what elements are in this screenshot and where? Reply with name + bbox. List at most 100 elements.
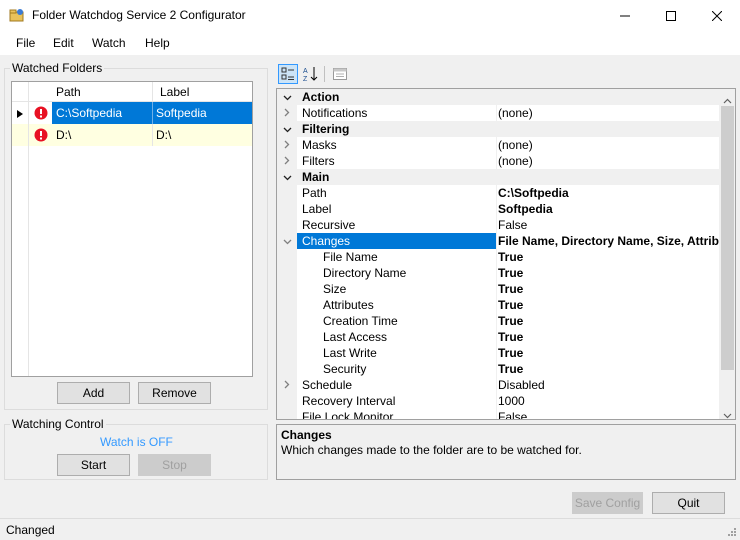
property-value[interactable]: (none) (498, 154, 719, 168)
property-row[interactable]: Attributes True (277, 297, 719, 313)
table-row[interactable]: D:\ D:\ (12, 124, 252, 146)
menu-file[interactable]: File (16, 36, 35, 50)
property-row[interactable]: Size True (277, 281, 719, 297)
property-name: Last Access (323, 330, 388, 344)
add-button[interactable]: Add (57, 382, 130, 404)
property-row[interactable]: Directory Name True (277, 265, 719, 281)
chevron-down-icon[interactable] (283, 122, 292, 136)
watched-folders-title: Watched Folders (10, 61, 105, 75)
property-value[interactable]: True (498, 346, 719, 360)
minimize-icon (620, 15, 630, 16)
property-value[interactable]: (none) (498, 106, 719, 120)
scroll-thumb[interactable] (721, 106, 734, 370)
maximize-icon (666, 10, 676, 21)
property-name: Masks (302, 138, 337, 152)
property-row[interactable]: Filters (none) (277, 153, 719, 169)
property-row[interactable]: File Name True (277, 249, 719, 265)
property-name: Changes (302, 234, 351, 248)
property-name: Size (323, 282, 347, 296)
scroll-down-icon[interactable] (723, 408, 732, 419)
property-grid-scrollbar[interactable] (719, 89, 735, 419)
chevron-right-icon[interactable] (284, 378, 290, 392)
property-row[interactable]: Notifications (none) (277, 105, 719, 121)
property-name: Security (323, 362, 367, 376)
property-row[interactable]: Creation Time True (277, 313, 719, 329)
maximize-button[interactable] (648, 0, 694, 31)
window-title: Folder Watchdog Service 2 Configurator (32, 8, 246, 22)
property-row[interactable]: Schedule Disabled (277, 377, 719, 393)
save-config-button: Save Config (572, 492, 643, 514)
quit-button[interactable]: Quit (652, 492, 725, 514)
property-value[interactable]: 1000 (498, 394, 719, 408)
property-value[interactable]: File Name, Directory Name, Size, Attribu… (498, 234, 719, 248)
property-row[interactable]: Recursive False (277, 217, 719, 233)
menu-help[interactable]: Help (145, 36, 170, 50)
property-value[interactable]: Softpedia (498, 202, 719, 216)
property-name: Schedule (302, 378, 353, 392)
table-row[interactable]: C:\Softpedia Softpedia (12, 102, 252, 124)
property-row[interactable]: Masks (none) (277, 137, 719, 153)
close-button[interactable] (694, 0, 740, 31)
property-value[interactable]: True (498, 314, 719, 328)
property-row[interactable]: Recovery Interval 1000 (277, 393, 719, 409)
property-category[interactable]: Action (277, 89, 719, 105)
property-value[interactable]: True (498, 250, 719, 264)
property-value[interactable]: False (498, 410, 719, 419)
property-row[interactable]: Security True (277, 361, 719, 377)
svg-text:A: A (303, 68, 308, 75)
minimize-button[interactable] (602, 0, 648, 31)
property-value[interactable]: False (498, 218, 719, 232)
chevron-down-icon[interactable] (283, 170, 292, 184)
status-text: Changed (6, 523, 55, 537)
row-label: D:\ (156, 128, 172, 142)
resize-grip-icon[interactable] (725, 525, 737, 540)
watch-status: Watch is OFF (100, 435, 173, 449)
folders-grid[interactable]: Path Label C:\Softpedia Softpedia D:\ D:… (11, 81, 253, 377)
chevron-down-icon[interactable] (283, 234, 292, 248)
category-label: Filtering (302, 122, 350, 136)
remove-button[interactable]: Remove (138, 382, 211, 404)
menu-edit[interactable]: Edit (53, 36, 74, 50)
chevron-right-icon[interactable] (284, 106, 290, 120)
watching-control-title: Watching Control (10, 417, 106, 431)
property-row[interactable]: Changes File Name, Directory Name, Size, … (277, 233, 719, 249)
menu-bar: File Edit Watch Help (0, 31, 740, 55)
categorized-button[interactable] (278, 64, 298, 84)
property-row[interactable]: File Lock Monitor False (277, 409, 719, 419)
chevron-right-icon[interactable] (284, 154, 290, 168)
stop-button: Stop (138, 454, 211, 476)
property-grid[interactable]: Action Notifications (none) Filtering Masks (… (276, 88, 736, 420)
row-label: Softpedia (156, 106, 207, 120)
property-value[interactable]: C:\Softpedia (498, 186, 719, 200)
property-value[interactable]: True (498, 266, 719, 280)
alphabetical-button[interactable]: A Z (300, 64, 320, 84)
scroll-up-icon[interactable] (723, 93, 732, 107)
property-row[interactable]: Last Access True (277, 329, 719, 345)
property-name: Path (302, 186, 327, 200)
property-value[interactable]: True (498, 282, 719, 296)
status-bar: Changed (0, 518, 740, 540)
property-value[interactable]: Disabled (498, 378, 719, 392)
property-row[interactable]: Path C:\Softpedia (277, 185, 719, 201)
menu-watch[interactable]: Watch (92, 36, 126, 50)
categorized-icon (281, 67, 294, 80)
chevron-right-icon[interactable] (284, 138, 290, 152)
property-value[interactable]: True (498, 362, 719, 376)
property-name: Notifications (302, 106, 368, 120)
property-row[interactable]: Last Write True (277, 345, 719, 361)
column-header-path[interactable]: Path (56, 85, 81, 99)
chevron-down-icon[interactable] (283, 90, 292, 104)
close-icon (712, 10, 722, 21)
property-value[interactable]: True (498, 298, 719, 312)
sort-alphabetical-icon: A Z (303, 67, 318, 82)
property-value[interactable]: True (498, 330, 719, 344)
column-header-label[interactable]: Label (160, 85, 189, 99)
property-category[interactable]: Filtering (277, 121, 719, 137)
property-row[interactable]: Label Softpedia (277, 201, 719, 217)
property-value[interactable]: (none) (498, 138, 719, 152)
start-button[interactable]: Start (57, 454, 130, 476)
property-category[interactable]: Main (277, 169, 719, 185)
row-path: D:\ (56, 128, 72, 142)
row-pointer-icon (16, 108, 24, 122)
category-label: Action (302, 90, 340, 104)
